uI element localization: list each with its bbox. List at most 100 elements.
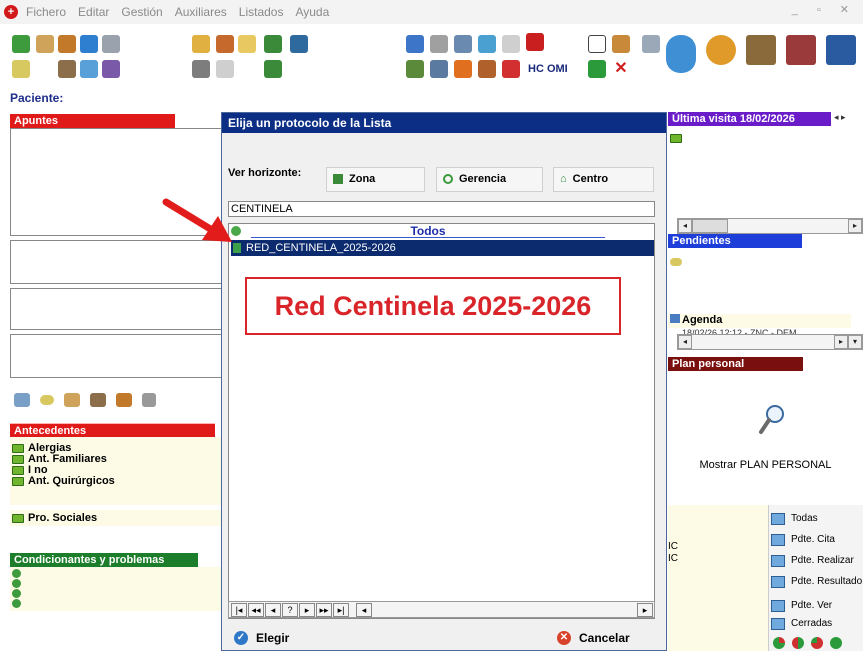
- toolbar-close-x-icon[interactable]: ✕: [612, 60, 630, 78]
- first-record-icon[interactable]: |◂: [231, 602, 247, 617]
- filter-pdte-realizar[interactable]: Pdte. Realizar: [771, 551, 863, 571]
- toolbar-list-icon[interactable]: [430, 35, 448, 53]
- prev-page-icon[interactable]: ◂◂: [248, 602, 264, 617]
- menu-gestion[interactable]: Gestión: [121, 5, 162, 19]
- toolbar-pill-icon[interactable]: [12, 60, 30, 78]
- toolbar-heart-icon[interactable]: [502, 60, 520, 78]
- scroll-left-icon[interactable]: ◂: [678, 335, 692, 349]
- toolbar-cabinet-icon[interactable]: [786, 35, 816, 65]
- mostrar-plan-button[interactable]: Mostrar PLAN PERSONAL: [668, 459, 863, 471]
- pie-chart-icon[interactable]: [773, 637, 785, 649]
- pill-icon[interactable]: [670, 258, 682, 266]
- toolbar-group-icon[interactable]: [478, 35, 496, 53]
- last-record-icon[interactable]: ▸|: [333, 602, 349, 617]
- next-record-icon[interactable]: ▸: [299, 602, 315, 617]
- toolbar-hand-icon[interactable]: [36, 35, 54, 53]
- scroll-left-icon[interactable]: ◂: [356, 602, 372, 617]
- pro-sociales-row[interactable]: Pro. Sociales: [10, 510, 222, 526]
- pie-chart-icon[interactable]: [792, 637, 804, 649]
- filter-pdte-resultado[interactable]: Pdte. Resultado: [771, 572, 863, 592]
- scroll-right-icon[interactable]: ▸: [848, 219, 862, 233]
- option-zona[interactable]: Zona: [326, 167, 425, 192]
- pill-tool-icon[interactable]: [40, 395, 54, 405]
- toolbar-edit-icon[interactable]: [216, 35, 234, 53]
- list-header-todos[interactable]: Todos: [251, 224, 605, 238]
- list-item-selected[interactable]: RED_CENTINELA_2025-2026: [231, 240, 654, 256]
- toolbar-back-icon[interactable]: [406, 60, 424, 78]
- notes-panel-2[interactable]: [10, 288, 222, 330]
- toolbar-first-aid-icon[interactable]: [588, 35, 606, 53]
- toolbar-link-icon[interactable]: [192, 60, 210, 78]
- folder-icon[interactable]: [670, 134, 682, 143]
- toolbar-chart-icon[interactable]: [80, 60, 98, 78]
- antecedente-item[interactable]: Ant. Quirúrgicos: [12, 476, 115, 487]
- toolbar-pencil-icon[interactable]: [58, 35, 76, 53]
- pendientes-scrollbar[interactable]: ◂ ▸ ▾: [677, 334, 863, 350]
- pie-chart-icon[interactable]: [830, 637, 842, 649]
- toolbar-hc-omi-label[interactable]: HC OMI: [528, 63, 568, 75]
- toolbar-apple-icon[interactable]: [454, 60, 472, 78]
- toolbar-red-m-icon[interactable]: [526, 33, 544, 51]
- hand-tool-icon[interactable]: [64, 393, 80, 407]
- toolbar-pen-icon[interactable]: [612, 35, 630, 53]
- toolbar-brush-icon[interactable]: [192, 35, 210, 53]
- toolbar-doctor2-icon[interactable]: [290, 35, 308, 53]
- toolbar-box-icon[interactable]: [826, 35, 856, 65]
- pencil-tool-icon[interactable]: [116, 393, 132, 407]
- toolbar-search-icon[interactable]: [454, 35, 472, 53]
- problem-icon[interactable]: [12, 589, 21, 598]
- toolbar-family-icon[interactable]: [478, 60, 496, 78]
- menu-listados[interactable]: Listados: [239, 5, 284, 19]
- toolbar-document-icon[interactable]: [102, 35, 120, 53]
- toolbar-print-icon[interactable]: [502, 35, 520, 53]
- toolbar-tools-icon[interactable]: [58, 60, 76, 78]
- menu-auxiliares[interactable]: Auxiliares: [175, 5, 227, 19]
- option-gerencia[interactable]: Gerencia: [436, 167, 543, 192]
- gear-tool-icon[interactable]: [14, 393, 30, 407]
- scroll-left-icon[interactable]: ◂: [678, 219, 692, 233]
- toolbar-doctor3-icon[interactable]: [264, 60, 282, 78]
- filter-cerradas[interactable]: Cerradas: [771, 614, 863, 634]
- pen-tool-icon[interactable]: [142, 393, 156, 407]
- agenda-row[interactable]: Agenda: [668, 314, 851, 328]
- scroll-thumb[interactable]: [692, 219, 728, 233]
- toolbar-green-box-icon[interactable]: [588, 60, 606, 78]
- toolbar-factory-icon[interactable]: [102, 60, 120, 78]
- toolbar-user-icon[interactable]: [80, 35, 98, 53]
- menu-ayuda[interactable]: Ayuda: [295, 5, 329, 19]
- problem-icon[interactable]: [12, 579, 21, 588]
- problem-icon[interactable]: [12, 569, 21, 578]
- visit-scrollbar[interactable]: ◂ ▸: [677, 218, 863, 234]
- pie-chart-icon[interactable]: [811, 637, 823, 649]
- filter-todas[interactable]: Todas: [771, 509, 863, 529]
- protocol-search-input[interactable]: CENTINELA: [228, 201, 655, 217]
- help-icon[interactable]: ?: [282, 602, 298, 617]
- notes-panel-3[interactable]: [10, 334, 222, 378]
- next-page-icon[interactable]: ▸▸: [316, 602, 332, 617]
- magnifier-icon[interactable]: [758, 404, 786, 436]
- prev-record-icon[interactable]: ◂: [265, 602, 281, 617]
- problem-icon[interactable]: [12, 599, 21, 608]
- toolbar-users-icon[interactable]: [706, 35, 736, 65]
- toolbar-network-icon[interactable]: [406, 35, 424, 53]
- toolbar-printer-icon[interactable]: [746, 35, 776, 65]
- toolbar-prev-icon[interactable]: [430, 60, 448, 78]
- menu-editar[interactable]: Editar: [78, 5, 109, 19]
- toolbar-cursor-icon[interactable]: [216, 60, 234, 78]
- option-centro[interactable]: ⌂ Centro: [553, 167, 654, 192]
- menu-fichero[interactable]: Fichero: [26, 5, 66, 19]
- filter-pdte-ver[interactable]: Pdte. Ver: [771, 596, 863, 616]
- scroll-right-icon[interactable]: ▸: [637, 602, 653, 617]
- toolbar-patient-icon[interactable]: [12, 35, 30, 53]
- scroll-down-icon[interactable]: ▾: [848, 335, 862, 349]
- toolbar-globe-icon[interactable]: [666, 35, 696, 73]
- cancelar-button[interactable]: ✕ Cancelar: [557, 628, 630, 648]
- toolbar-doctor-icon[interactable]: [264, 35, 282, 53]
- window-controls[interactable]: _ ▫ ✕: [792, 3, 857, 16]
- tools-tool-icon[interactable]: [90, 393, 106, 407]
- toolbar-tools2-icon[interactable]: [642, 35, 660, 53]
- elegir-button[interactable]: ✓ Elegir: [234, 628, 289, 648]
- protocol-list[interactable]: Todos RED_CENTINELA_2025-2026 Red Centin…: [228, 223, 655, 619]
- scroll-right-icon[interactable]: ▸: [834, 335, 848, 349]
- visit-nav-arrows[interactable]: ◂ ▸: [834, 112, 846, 123]
